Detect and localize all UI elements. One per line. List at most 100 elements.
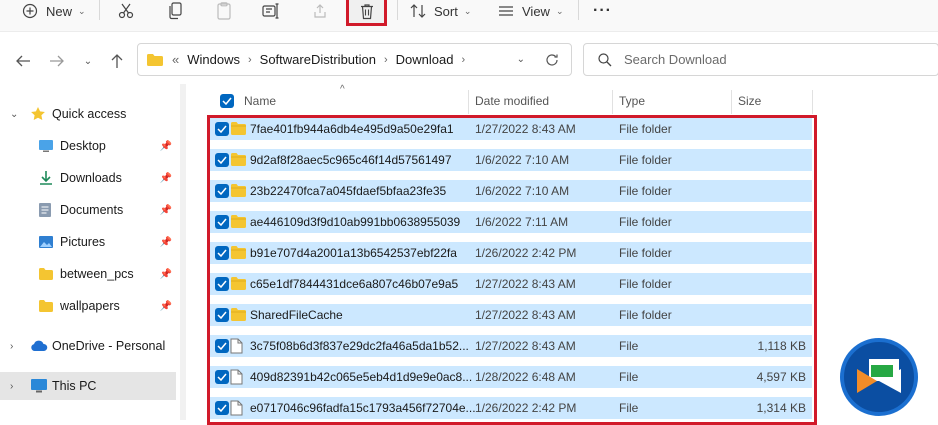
column-date-label: Date modified xyxy=(475,94,550,108)
sidebar-item-downloads[interactable]: Downloads 📌 xyxy=(0,164,176,192)
share-button[interactable] xyxy=(310,0,330,22)
cut-button[interactable] xyxy=(116,0,136,22)
file-date-modified: 1/6/2022 7:10 AM xyxy=(475,153,570,167)
view-icon xyxy=(496,1,516,21)
back-button[interactable] xyxy=(14,52,32,70)
file-type: File folder xyxy=(619,215,672,229)
table-row[interactable]: 3c75f08b6d3f837e29dc2fa46a5da1b52... 1/27… xyxy=(210,335,812,357)
folder-icon xyxy=(38,267,54,281)
file-type: File folder xyxy=(619,277,672,291)
documents-icon xyxy=(38,202,52,218)
sidebar-item-pictures[interactable]: Pictures 📌 xyxy=(0,228,176,256)
breadcrumb-softwaredistribution[interactable]: SoftwareDistribution xyxy=(260,52,376,67)
breadcrumb-windows[interactable]: Windows xyxy=(187,52,240,67)
checkmark-icon xyxy=(220,94,234,108)
file-date-modified: 1/27/2022 8:43 AM xyxy=(475,277,576,291)
pin-icon: 📌 xyxy=(159,172,172,184)
row-checkbox[interactable] xyxy=(215,153,229,167)
sidebar-scrollbar[interactable] xyxy=(180,84,186,420)
more-options-button[interactable]: ··· xyxy=(593,0,612,22)
file-type: File folder xyxy=(619,153,672,167)
column-divider[interactable] xyxy=(612,90,613,114)
column-divider[interactable] xyxy=(812,90,813,114)
column-divider[interactable] xyxy=(468,90,469,114)
sidebar-item-label: Pictures xyxy=(60,235,106,249)
file-date-modified: 1/27/2022 8:43 AM xyxy=(475,339,576,353)
view-button[interactable]: View ⌄ xyxy=(496,0,564,22)
toolbar-divider xyxy=(99,0,100,20)
share-icon xyxy=(310,1,330,21)
row-checkbox[interactable] xyxy=(215,308,229,322)
column-size[interactable]: Size xyxy=(738,92,761,110)
sidebar-item-label: Downloads xyxy=(60,171,122,185)
row-checkbox[interactable] xyxy=(215,246,229,260)
file-list: Name ^ Date modified Type Size 7fae401fb… xyxy=(190,84,938,420)
table-row[interactable]: 7fae401fb944a6db4e495d9a50e29fa1 1/27/202… xyxy=(210,118,812,140)
chevron-down-icon: ⌄ xyxy=(78,5,86,16)
file-name: 409d82391b42c065e5eb4d1d9e9e0ac8... xyxy=(250,370,473,384)
sidebar-item-wallpapers[interactable]: wallpapers 📌 xyxy=(0,292,176,320)
sidebar-item-label: Desktop xyxy=(60,139,106,153)
table-row[interactable]: 409d82391b42c065e5eb4d1d9e9e0ac8... 1/28/… xyxy=(210,366,812,388)
table-row[interactable]: ae446109d3f9d10ab991bb0638955039 1/6/2022… xyxy=(210,211,812,233)
new-button[interactable]: New ⌄ xyxy=(20,0,86,22)
sidebar-item-documents[interactable]: Documents 📌 xyxy=(0,196,176,224)
pictures-icon xyxy=(38,235,54,249)
address-dropdown-icon[interactable]: ⌄ xyxy=(517,54,525,65)
sort-button[interactable]: Sort ⌄ xyxy=(408,0,471,22)
table-row[interactable]: c65e1df7844431dce6a807c46b07e9a5 1/27/202… xyxy=(210,273,812,295)
row-checkbox[interactable] xyxy=(215,370,229,384)
file-name: b91e707d4a2001a13b6542537ebf22fa xyxy=(250,246,457,260)
row-checkbox[interactable] xyxy=(215,401,229,415)
row-checkbox[interactable] xyxy=(215,184,229,198)
file-type: File xyxy=(619,401,639,415)
refresh-button[interactable] xyxy=(545,53,559,67)
row-checkbox[interactable] xyxy=(215,215,229,229)
file-type: File folder xyxy=(619,122,672,136)
table-row[interactable]: 23b22470fca7a045fdaef5bfaa23fe35 1/6/2022… xyxy=(210,180,812,202)
table-row[interactable]: b91e707d4a2001a13b6542537ebf22fa 1/26/202… xyxy=(210,242,812,264)
sidebar-item-this-pc[interactable]: › This PC xyxy=(0,372,176,400)
address-overflow[interactable]: « xyxy=(172,52,179,67)
delete-button[interactable] xyxy=(346,0,387,26)
table-row[interactable]: e0717046c96fadfa15c1793a456f72704e... 1/2… xyxy=(210,397,812,419)
file-size: 4,597 KB xyxy=(756,370,806,384)
row-checkbox[interactable] xyxy=(215,122,229,136)
scissors-icon xyxy=(116,1,136,21)
column-type[interactable]: Type xyxy=(619,92,645,110)
breadcrumb-download[interactable]: Download xyxy=(396,52,454,67)
folder-icon xyxy=(230,214,246,230)
column-date-modified[interactable]: Date modified xyxy=(475,92,549,110)
column-type-label: Type xyxy=(619,94,646,108)
sidebar-item-label: Quick access xyxy=(52,107,127,121)
file-size: 1,314 KB xyxy=(756,401,806,415)
file-icon xyxy=(230,369,246,385)
sidebar-item-between-pcs[interactable]: between_pcs 📌 xyxy=(0,260,176,288)
chevron-down-icon: ⌄ xyxy=(83,55,93,67)
more-label: ··· xyxy=(593,2,612,19)
column-name[interactable]: Name xyxy=(244,92,276,110)
forward-button[interactable] xyxy=(48,52,66,70)
table-row[interactable]: SharedFileCache 1/27/2022 8:43 AM File fol… xyxy=(210,304,812,326)
select-all-checkbox[interactable] xyxy=(220,92,234,110)
column-divider[interactable] xyxy=(731,90,732,114)
rename-button[interactable] xyxy=(261,0,281,22)
file-type: File folder xyxy=(619,184,672,198)
recent-locations-button[interactable]: ⌄ xyxy=(79,52,97,70)
sidebar-item-quick-access[interactable]: ⌄ Quick access xyxy=(0,100,176,128)
file-date-modified: 1/28/2022 6:48 AM xyxy=(475,370,576,384)
sidebar-item-desktop[interactable]: Desktop 📌 xyxy=(0,132,176,160)
arrow-right-icon xyxy=(50,55,64,67)
search-field[interactable]: Search Download xyxy=(583,43,938,76)
copy-button[interactable] xyxy=(166,0,186,22)
view-label: View xyxy=(522,3,550,19)
paste-button[interactable] xyxy=(214,0,234,22)
sidebar-item-onedrive[interactable]: › OneDrive - Personal xyxy=(0,332,176,360)
row-checkbox[interactable] xyxy=(215,277,229,291)
column-size-label: Size xyxy=(738,94,762,108)
up-button[interactable] xyxy=(108,52,126,70)
row-checkbox[interactable] xyxy=(215,339,229,353)
address-bar[interactable]: « Windows › SoftwareDistribution › Downl… xyxy=(137,43,572,76)
file-date-modified: 1/26/2022 2:42 PM xyxy=(475,246,577,260)
table-row[interactable]: 9d2af8f28aec5c965c46f14d57561497 1/6/2022… xyxy=(210,149,812,171)
